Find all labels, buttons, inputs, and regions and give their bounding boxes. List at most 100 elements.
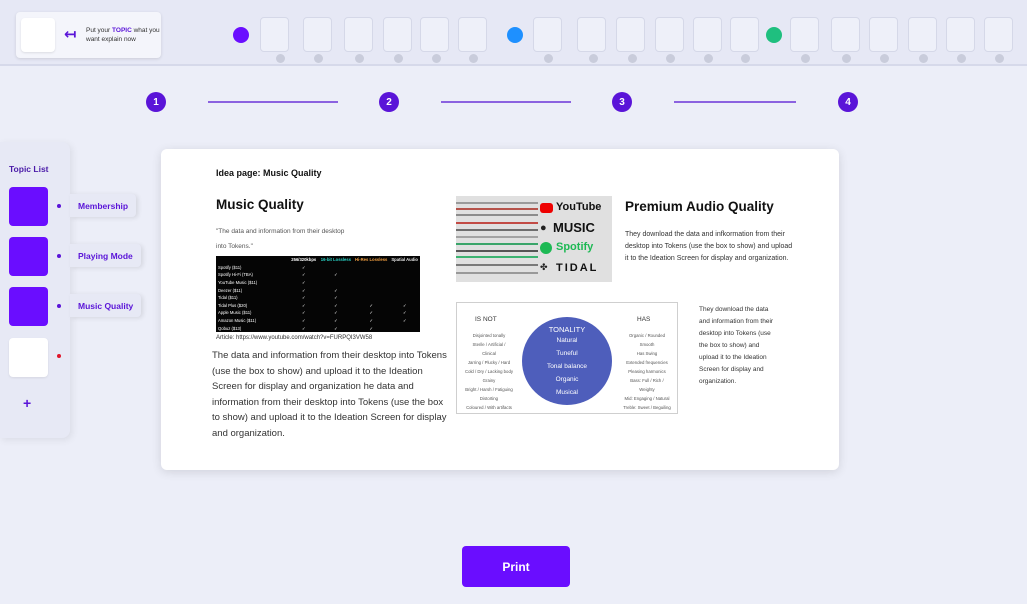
spotify-icon	[540, 242, 552, 254]
has-list: Organic / Rounded Smooth Has Swing Extende…	[623, 333, 671, 410]
slot[interactable]	[577, 17, 606, 52]
group-dot-blue[interactable]	[507, 27, 523, 43]
topic-tile-empty[interactable]	[9, 338, 48, 377]
streaming-logos-image: YouTube ● MUSIC Spotify ✤ TIDAL	[456, 196, 612, 282]
arrow-left-icon: ↤	[64, 26, 77, 43]
body-text-left: The data and information from their desk…	[212, 350, 447, 439]
slot[interactable]	[260, 17, 289, 52]
slot-handle[interactable]	[314, 54, 323, 63]
quality-comparison-table: 256/320kbps 16-bit Lossless Hi-Res Lossl…	[216, 256, 420, 332]
slot[interactable]	[533, 17, 562, 52]
group-dot-purple[interactable]	[233, 27, 249, 43]
table-row: Spotify ($11) ✓	[218, 264, 306, 270]
article-link[interactable]: Article: https://www.youtube.com/watch?v…	[216, 335, 372, 341]
topic-dot	[57, 204, 61, 208]
slot-handle[interactable]	[741, 54, 750, 63]
topic-tile-music-quality[interactable]	[9, 287, 48, 326]
slot[interactable]	[303, 17, 332, 52]
slot-handle[interactable]	[355, 54, 364, 63]
slot[interactable]	[831, 17, 860, 52]
slot-handle[interactable]	[842, 54, 851, 63]
table-header: 256/320kbps	[291, 257, 317, 263]
table-row: Spotify Hi-Fi (TBA) ✓ ✓	[218, 272, 338, 278]
slot[interactable]	[655, 17, 684, 52]
is-not-list: Disjointed tonally Sterile / Artificial /…	[464, 333, 513, 410]
add-topic-button[interactable]: +	[23, 395, 31, 411]
section-heading-left: Music Quality	[216, 197, 304, 212]
slot-handle[interactable]	[276, 54, 285, 63]
topic-label-playing-mode[interactable]: Playing Mode	[70, 244, 141, 267]
slot[interactable]	[616, 17, 645, 52]
table-header: Hi-Res Lossless	[355, 257, 388, 263]
slot-handle[interactable]	[919, 54, 928, 63]
topic-thumbnail[interactable]	[21, 18, 55, 52]
spotify-logo-text: Spotify	[556, 241, 594, 253]
slot[interactable]	[869, 17, 898, 52]
slot[interactable]	[344, 17, 373, 52]
step-connector	[208, 101, 338, 103]
step-3[interactable]: 3	[612, 92, 632, 112]
idea-page-card: Idea page: Music Quality Music Quality "…	[161, 149, 839, 470]
slot[interactable]	[946, 17, 975, 52]
slot-handle[interactable]	[801, 54, 810, 63]
slot-handle[interactable]	[880, 54, 889, 63]
slot-handle[interactable]	[704, 54, 713, 63]
topic-list-sidebar: Topic List +	[0, 142, 70, 438]
print-button[interactable]: Print	[462, 546, 570, 587]
step-4[interactable]: 4	[838, 92, 858, 112]
slot-handle[interactable]	[957, 54, 966, 63]
apple-music-logo-text: MUSIC	[553, 220, 595, 235]
table-row: Deezer ($11) ✓ ✓	[218, 287, 338, 293]
step-connector	[441, 101, 571, 103]
slot-handle[interactable]	[589, 54, 598, 63]
slot-handle[interactable]	[995, 54, 1004, 63]
table-row: Tidal Plus ($20) ✓ ✓ ✓ ✓	[218, 302, 407, 308]
slot[interactable]	[908, 17, 937, 52]
slot[interactable]	[420, 17, 449, 52]
slot[interactable]	[730, 17, 759, 52]
slot[interactable]	[693, 17, 722, 52]
topic-dot-red	[57, 354, 61, 358]
table-row: YouTube Music ($11) ✓	[218, 280, 306, 286]
group-dot-green[interactable]	[766, 27, 782, 43]
table-row: Qobuz ($13) ✓ ✓ ✓	[218, 325, 373, 331]
topic-input-box[interactable]: ↤ Put your TOPIC what you want explain n…	[16, 12, 161, 58]
slot-handle[interactable]	[469, 54, 478, 63]
description-right: They download the data and infkormation …	[625, 231, 793, 262]
topic-list-title: Topic List	[9, 164, 49, 174]
topic-dot	[57, 254, 61, 258]
slot[interactable]	[458, 17, 487, 52]
tidal-icon: ✤	[540, 262, 548, 272]
section-heading-right: Premium Audio Quality	[625, 199, 774, 214]
tonality-circle: TONALITY Natural Tuneful Tonal balance O…	[522, 317, 612, 405]
youtube-play-icon	[540, 203, 553, 213]
step-2[interactable]: 2	[379, 92, 399, 112]
slot[interactable]	[790, 17, 819, 52]
table-header	[216, 256, 289, 264]
slot[interactable]	[383, 17, 412, 52]
table-row: Tidal ($11) ✓ ✓	[218, 295, 338, 301]
table-header: 16-bit Lossless	[320, 257, 352, 263]
step-connector	[674, 101, 796, 103]
topic-label-music-quality[interactable]: Music Quality	[70, 294, 142, 317]
slot-handle[interactable]	[628, 54, 637, 63]
description-right-2: They download the data and information f…	[699, 306, 774, 385]
slot[interactable]	[984, 17, 1013, 52]
slot-handle[interactable]	[666, 54, 675, 63]
template-strip: ↤ Put your TOPIC what you want explain n…	[0, 0, 1027, 66]
slot-handle[interactable]	[544, 54, 553, 63]
step-1[interactable]: 1	[146, 92, 166, 112]
page-title: Idea page: Music Quality	[216, 168, 322, 178]
slot-handle[interactable]	[394, 54, 403, 63]
topic-prompt: Put your TOPIC what you want explain now	[86, 27, 160, 43]
quote-text: "The data and information from their des…	[216, 228, 345, 250]
topic-dot	[57, 304, 61, 308]
table-row: Amazon Music ($11) ✓ ✓ ✓ ✓	[218, 318, 407, 324]
has-title: HAS	[637, 316, 651, 323]
table-header: Spatial Audio	[391, 257, 418, 263]
topic-tile-playing-mode[interactable]	[9, 237, 48, 276]
slot-handle[interactable]	[432, 54, 441, 63]
table-row: Apple Music ($11) ✓ ✓ ✓ ✓	[218, 310, 407, 316]
topic-label-membership[interactable]: Membership	[70, 194, 137, 217]
topic-tile-membership[interactable]	[9, 187, 48, 226]
